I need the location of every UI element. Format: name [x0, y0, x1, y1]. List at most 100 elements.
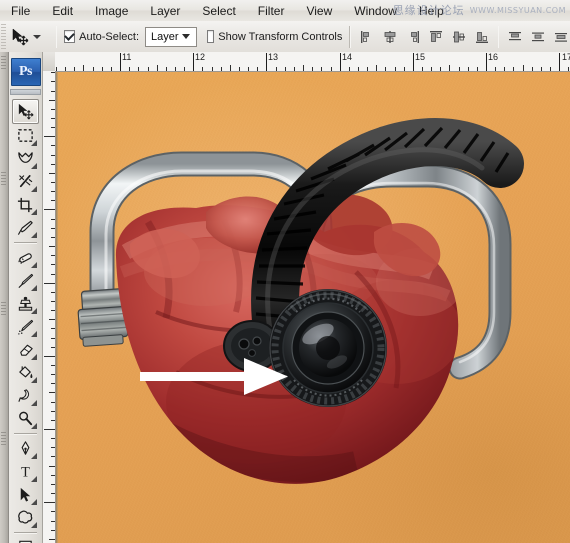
align-vertical-centers-icon — [452, 31, 465, 42]
ruler-tick — [229, 65, 231, 71]
menu-item-file[interactable]: File — [1, 2, 40, 20]
ruler-tick — [559, 53, 561, 71]
menu-item-image[interactable]: Image — [85, 2, 138, 20]
tool-clone-stamp[interactable] — [13, 292, 38, 315]
align-edges-group — [358, 28, 422, 46]
tool-flyout-indicator — [31, 140, 37, 146]
menu-item-select[interactable]: Select — [192, 2, 245, 20]
tool-move[interactable] — [12, 99, 39, 124]
distribute-top-edges-button[interactable] — [506, 28, 524, 46]
tool-dodge[interactable] — [13, 407, 38, 430]
tool-paint-bucket[interactable] — [13, 361, 38, 384]
show-transform-controls-checkbox[interactable] — [206, 30, 215, 43]
ruler-tick — [51, 291, 55, 293]
ruler-tick — [357, 67, 359, 71]
menu-item-view[interactable]: View — [296, 2, 342, 20]
align-left-edges-icon — [360, 30, 369, 43]
distribute-vertical-centers-icon — [532, 32, 545, 41]
tool-rectangular-marquee[interactable] — [13, 124, 38, 147]
options-separator-1 — [55, 25, 58, 48]
align-right-edges-button[interactable] — [404, 28, 422, 46]
ruler-tick — [165, 67, 167, 71]
tool-flyout-indicator — [31, 262, 37, 268]
chevron-down-icon — [182, 34, 191, 39]
show-transform-controls-label: Show Transform Controls — [218, 30, 343, 43]
align-bottom-edges-button[interactable] — [473, 28, 491, 46]
move-tool-icon — [18, 103, 34, 120]
ruler-tick — [147, 67, 149, 71]
ruler-tick — [495, 67, 497, 71]
toolbox: Ps T — [9, 52, 43, 543]
align-horizontal-centers-button[interactable] — [381, 28, 399, 46]
ruler-tick — [51, 401, 55, 403]
ruler-tick — [476, 67, 478, 71]
tool-lasso[interactable] — [13, 147, 38, 170]
tool-flyout-indicator — [31, 308, 37, 314]
menu-item-filter[interactable]: Filter — [248, 2, 295, 20]
vertical-ruler[interactable] — [43, 71, 56, 543]
ruler-tick — [385, 67, 387, 71]
ruler-tick — [202, 67, 204, 71]
align-top-edges-button[interactable] — [427, 28, 445, 46]
ruler-tick — [51, 200, 55, 202]
ruler-tick — [568, 67, 570, 71]
tool-flyout-indicator — [31, 499, 37, 505]
ruler-tick — [51, 273, 55, 275]
artwork-heart-machine — [77, 118, 524, 484]
auto-select-dropdown[interactable]: Layer — [145, 26, 198, 47]
options-bar-grip[interactable] — [1, 23, 6, 50]
toolbox-collapse-bar[interactable] — [10, 89, 41, 95]
distribute-bottom-edges-button[interactable] — [552, 28, 570, 46]
tool-smudge[interactable] — [13, 384, 38, 407]
ruler-tick — [49, 538, 55, 540]
align-left-edges-button[interactable] — [358, 28, 376, 46]
tool-pen[interactable] — [13, 437, 38, 460]
tool-path-selection[interactable] — [13, 483, 38, 506]
ruler-tick — [51, 337, 55, 339]
ruler-tick — [51, 90, 55, 92]
menu-item-edit[interactable]: Edit — [42, 2, 83, 20]
distribute-bottom-edges-icon — [555, 32, 568, 42]
tool-flyout-indicator — [31, 186, 37, 192]
menu-item-layer[interactable]: Layer — [140, 2, 190, 20]
horizontal-ruler[interactable]: 11 12 13 14 15 16 17 — [55, 52, 570, 72]
distribute-vertical-centers-button[interactable] — [529, 28, 547, 46]
tool-history-brush[interactable] — [13, 315, 38, 338]
tool-flyout-indicator — [31, 285, 37, 291]
ruler-tick — [550, 67, 551, 71]
distribute-group — [506, 28, 570, 46]
active-tool-preview[interactable] — [10, 25, 30, 49]
ruler-tick — [92, 67, 94, 71]
tool-preset-caret-icon[interactable] — [32, 34, 41, 39]
auto-select-checkbox[interactable] — [64, 30, 76, 43]
tool-custom-shape[interactable] — [13, 506, 38, 529]
left-panel-edge[interactable] — [0, 52, 9, 543]
options-bar: Auto-Select: Layer Show Transform Contro… — [0, 21, 570, 53]
tool-healing-brush[interactable] — [13, 246, 38, 269]
options-separator-2 — [349, 25, 351, 48]
ruler-tick — [51, 255, 55, 257]
ruler-tick — [522, 65, 524, 71]
align-vertical-centers-button[interactable] — [450, 28, 468, 46]
watermark: 思缘设计论坛 WWW.MISSYUAN.COM — [393, 2, 566, 18]
ruler-tick — [51, 127, 55, 128]
tool-eyedropper[interactable] — [13, 216, 38, 239]
ruler-tick — [504, 67, 506, 71]
ruler-tick — [51, 447, 55, 449]
tool-eraser[interactable] — [13, 338, 38, 361]
tool-magic-wand[interactable] — [13, 170, 38, 193]
ruler-tick — [440, 67, 442, 71]
document-canvas[interactable] — [56, 72, 570, 543]
ruler-tick — [83, 65, 85, 71]
ruler-tick — [51, 163, 55, 165]
distribute-top-edges-icon — [509, 31, 522, 40]
ruler-label: 17 — [562, 52, 570, 62]
tool-flyout-indicator — [31, 476, 37, 482]
ruler-tick — [376, 65, 378, 71]
tool-notes[interactable] — [13, 536, 38, 543]
tool-type[interactable]: T — [13, 460, 38, 483]
ruler-tick — [51, 483, 55, 485]
ruler-tick — [51, 410, 55, 412]
tool-brush[interactable] — [13, 269, 38, 292]
tool-crop[interactable] — [13, 193, 38, 216]
